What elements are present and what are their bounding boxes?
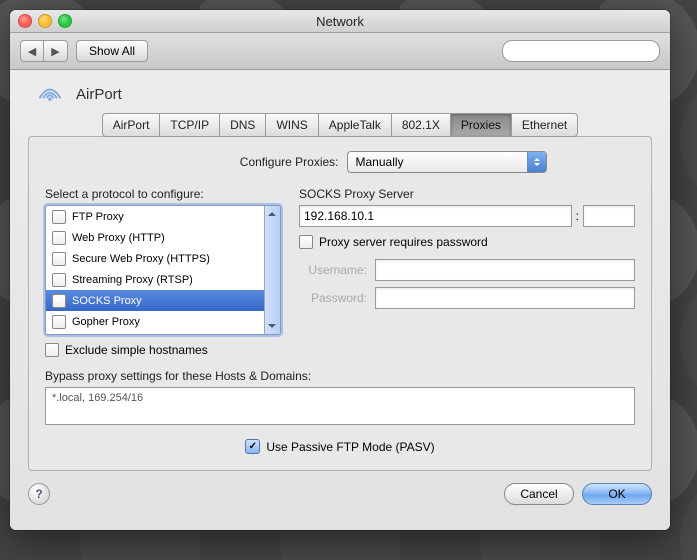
search-field[interactable] <box>502 40 660 62</box>
airport-icon <box>36 82 64 107</box>
tab-proxies[interactable]: Proxies <box>450 113 511 137</box>
protocol-label: Web Proxy (HTTP) <box>72 232 165 244</box>
tab-appletalk[interactable]: AppleTalk <box>318 113 391 137</box>
window-title: Network <box>10 14 670 29</box>
pasv-checkbox[interactable] <box>245 439 260 454</box>
toolbar: ◀ ▶ Show All <box>10 33 670 70</box>
help-button[interactable]: ? <box>28 483 50 505</box>
bypass-textarea[interactable]: *.local, 169.254/16 <box>45 387 635 425</box>
service-name: AirPort <box>76 86 122 103</box>
protocol-checkbox[interactable] <box>52 315 66 329</box>
protocol-item[interactable]: FTP Proxy <box>46 206 280 227</box>
back-button[interactable]: ◀ <box>20 40 44 62</box>
show-all-button[interactable]: Show All <box>76 40 148 62</box>
tab-dns[interactable]: DNS <box>219 113 265 137</box>
protocol-list-label: Select a protocol to configure: <box>45 187 281 201</box>
protocol-label: FTP Proxy <box>72 211 124 223</box>
proxy-port-input[interactable] <box>583 205 635 227</box>
scrollbar[interactable] <box>264 206 280 334</box>
exclude-simple-checkbox[interactable] <box>45 343 59 357</box>
protocol-checkbox[interactable] <box>52 294 66 308</box>
search-input[interactable] <box>513 44 659 58</box>
exclude-simple-label: Exclude simple hostnames <box>65 343 208 357</box>
password-label: Password: <box>299 291 367 305</box>
tab-8021x[interactable]: 802.1X <box>391 113 450 137</box>
forward-button[interactable]: ▶ <box>44 40 68 62</box>
username-label: Username: <box>299 263 367 277</box>
protocol-label: Streaming Proxy (RTSP) <box>72 274 193 286</box>
tab-bar: AirPortTCP/IPDNSWINSAppleTalk802.1XProxi… <box>28 113 652 137</box>
configure-label: Configure Proxies: <box>134 155 339 169</box>
host-port-sep: : <box>576 209 579 223</box>
protocol-item[interactable]: Web Proxy (HTTP) <box>46 227 280 248</box>
protocol-listbox[interactable]: FTP Proxy Web Proxy (HTTP) Secure Web Prox… <box>45 205 281 335</box>
username-input <box>375 259 635 281</box>
protocol-item[interactable]: Streaming Proxy (RTSP) <box>46 269 280 290</box>
requires-password-label: Proxy server requires password <box>319 235 488 249</box>
proxies-sheet: AirPort AirPortTCP/IPDNSWINSAppleTalk802… <box>10 70 670 530</box>
requires-password-checkbox[interactable] <box>299 235 313 249</box>
protocol-checkbox[interactable] <box>52 210 66 224</box>
protocol-item[interactable]: SOCKS Proxy <box>46 290 280 311</box>
configure-proxies-popup[interactable]: Manually <box>347 151 547 173</box>
network-prefs-window: Network ◀ ▶ Show All AirPort AirPortTCP/… <box>10 10 670 530</box>
ok-button[interactable]: OK <box>582 483 652 505</box>
tab-airport[interactable]: AirPort <box>102 113 160 137</box>
protocol-label: Secure Web Proxy (HTTPS) <box>72 253 210 265</box>
proxy-host-input[interactable] <box>299 205 572 227</box>
configure-value: Manually <box>356 155 404 169</box>
protocol-item[interactable]: Gopher Proxy <box>46 311 280 332</box>
tab-wins[interactable]: WINS <box>265 113 317 137</box>
bypass-label: Bypass proxy settings for these Hosts & … <box>45 369 635 383</box>
server-title: SOCKS Proxy Server <box>299 187 635 201</box>
protocol-item[interactable]: Secure Web Proxy (HTTPS) <box>46 248 280 269</box>
protocol-checkbox[interactable] <box>52 231 66 245</box>
tab-tcpip[interactable]: TCP/IP <box>159 113 219 137</box>
password-input <box>375 287 635 309</box>
popup-arrows-icon <box>527 152 546 172</box>
titlebar: Network <box>10 10 670 33</box>
cancel-button[interactable]: Cancel <box>504 483 574 505</box>
protocol-label: SOCKS Proxy <box>72 295 142 307</box>
pasv-label: Use Passive FTP Mode (PASV) <box>266 440 434 454</box>
protocol-checkbox[interactable] <box>52 273 66 287</box>
tab-ethernet[interactable]: Ethernet <box>511 113 578 137</box>
protocol-label: Gopher Proxy <box>72 316 140 328</box>
protocol-checkbox[interactable] <box>52 252 66 266</box>
